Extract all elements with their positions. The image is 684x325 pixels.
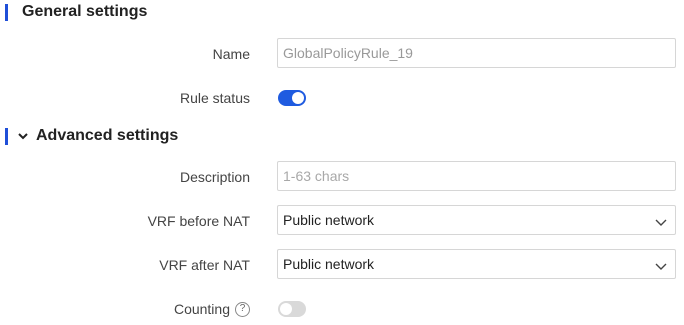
vrf-after-nat-select[interactable]: Public network <box>277 249 676 279</box>
general-settings-header: General settings <box>0 2 147 22</box>
help-icon[interactable]: ? <box>235 301 250 317</box>
counting-row: Counting ? <box>0 293 684 325</box>
counting-label-wrap: Counting ? <box>174 293 250 325</box>
description-placeholder: 1-63 chars <box>283 168 350 184</box>
rule-status-row: Rule status <box>0 82 684 114</box>
vrf-after-nat-row: VRF after NAT Public network <box>0 249 684 281</box>
chevron-down-icon[interactable] <box>16 129 30 143</box>
rule-status-toggle[interactable] <box>278 90 306 106</box>
general-settings-title: General settings <box>22 3 148 20</box>
advanced-settings-header[interactable]: Advanced settings <box>0 126 178 146</box>
advanced-settings-title: Advanced settings <box>36 127 179 144</box>
chevron-down-icon <box>655 259 667 271</box>
description-row: Description 1-63 chars <box>0 161 684 193</box>
toggle-knob <box>292 92 304 104</box>
vrf-after-nat-value: Public network <box>283 256 375 272</box>
vrf-before-nat-row: VRF before NAT Public network <box>0 205 684 237</box>
vrf-before-nat-select[interactable]: Public network <box>277 205 676 235</box>
vrf-before-nat-label: VRF before NAT <box>147 213 250 229</box>
name-field[interactable]: GlobalPolicyRule_19 <box>277 38 676 68</box>
toggle-knob <box>280 303 292 315</box>
description-input[interactable]: 1-63 chars <box>277 161 676 191</box>
rule-status-label: Rule status <box>179 90 250 106</box>
section-accent-bar <box>5 3 8 21</box>
vrf-after-nat-label: VRF after NAT <box>159 257 250 273</box>
chevron-down-icon <box>655 215 667 227</box>
section-accent-bar <box>5 127 8 145</box>
description-label: Description <box>179 169 250 185</box>
name-row: Name GlobalPolicyRule_19 <box>0 38 684 70</box>
name-value: GlobalPolicyRule_19 <box>283 45 413 61</box>
name-label: Name <box>212 46 250 62</box>
counting-toggle[interactable] <box>278 301 306 317</box>
counting-label: Counting <box>173 301 230 317</box>
vrf-before-nat-value: Public network <box>283 212 375 228</box>
